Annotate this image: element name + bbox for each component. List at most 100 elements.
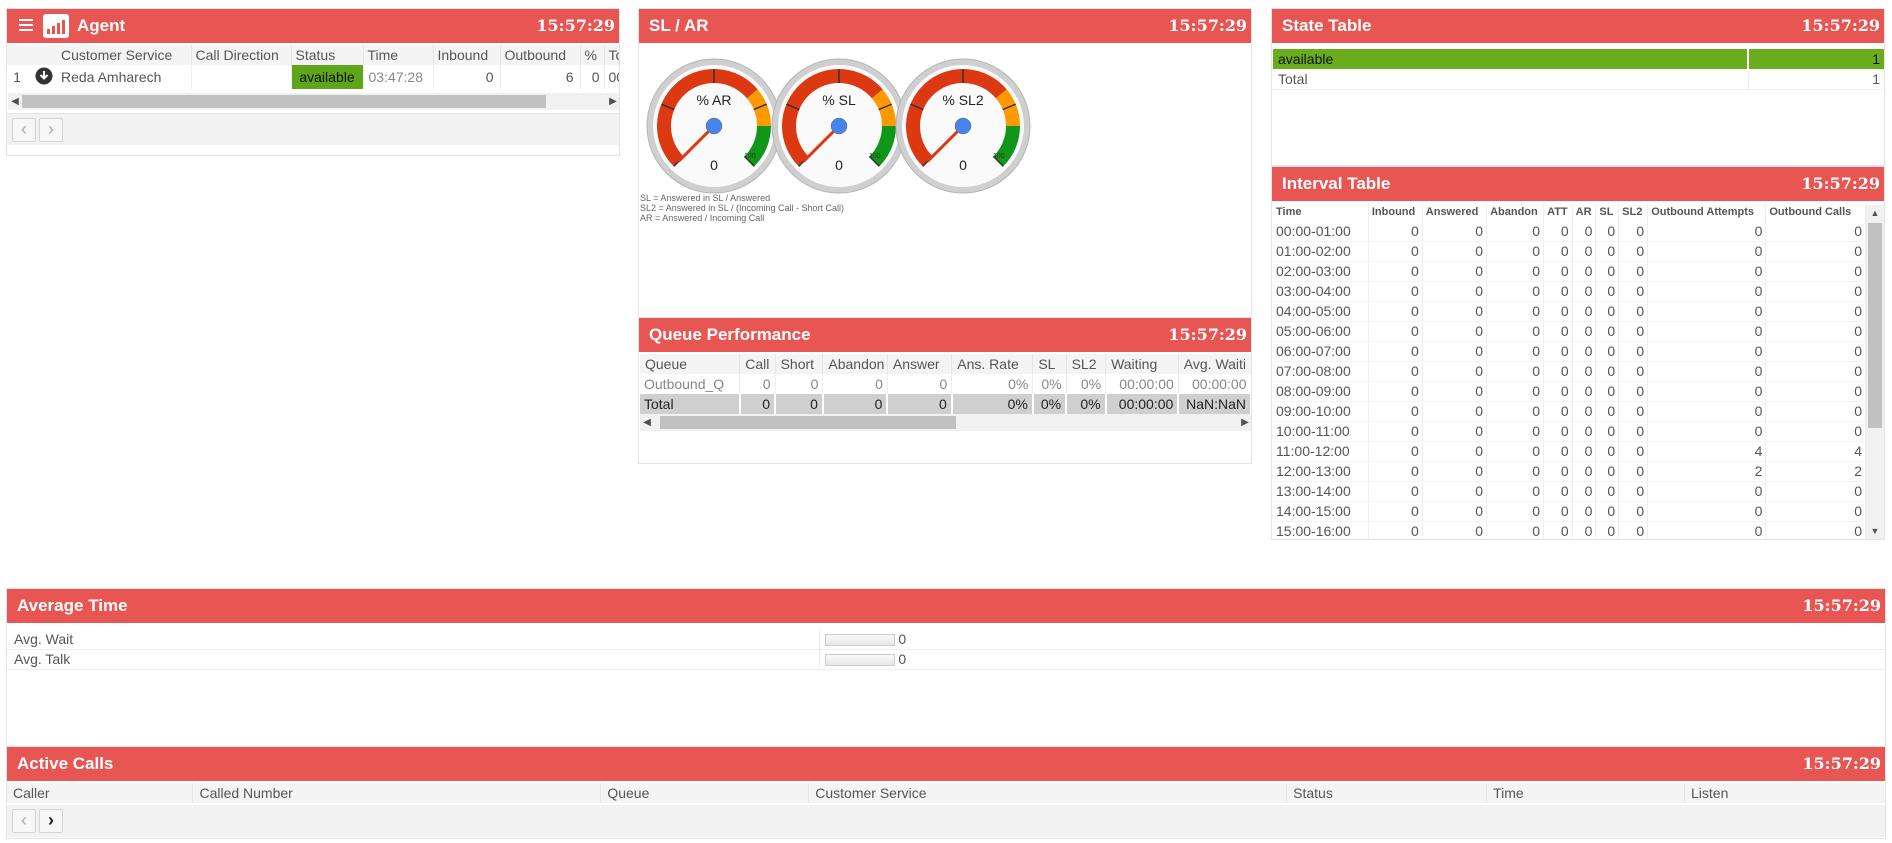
next-page-button[interactable]: › — [39, 809, 63, 833]
active-col-queue[interactable]: Queue — [600, 783, 810, 803]
col-percent[interactable]: % — [579, 45, 604, 65]
interval-cell: 0 — [1618, 301, 1649, 322]
table-row[interactable]: 03:00-04:00 0 0 0 0 0 0 0 0 0 — [1273, 281, 1866, 302]
interval-cell: 0 — [1543, 301, 1573, 322]
col-status[interactable]: Status — [290, 45, 363, 65]
gauge-max-label: 100 — [744, 153, 756, 160]
interval-col-8[interactable]: Outbound Attempts — [1647, 203, 1767, 221]
next-page-button[interactable]: › — [39, 118, 63, 142]
active-col-called-number[interactable]: Called Number — [192, 783, 602, 803]
prev-page-button[interactable]: ‹ — [12, 809, 36, 833]
table-row[interactable]: 04:00-05:00 0 0 0 0 0 0 0 0 0 — [1273, 301, 1866, 322]
table-row[interactable]: 14:00-15:00 0 0 0 0 0 0 0 0 0 — [1273, 501, 1866, 522]
table-row[interactable]: 11:00-12:00 0 0 0 0 0 0 0 4 4 — [1273, 441, 1866, 462]
col-outbound[interactable]: Outbound — [499, 45, 580, 65]
interval-col-9[interactable]: Outbound Calls — [1765, 203, 1866, 221]
queue-col-4[interactable]: Answer — [887, 354, 953, 374]
table-row[interactable]: 12:00-13:00 0 0 0 0 0 0 0 2 2 — [1273, 461, 1866, 482]
scroll-down-icon[interactable]: ▼ — [1866, 523, 1884, 539]
queue-col-7[interactable]: SL2 — [1066, 354, 1107, 374]
queue-col-9[interactable]: Avg. Waiti — [1178, 354, 1251, 374]
queue-col-8[interactable]: Waiting — [1105, 354, 1179, 374]
active-col-listen[interactable]: Listen — [1684, 783, 1885, 803]
panel-title: Active Calls — [17, 754, 114, 773]
queue-col-5[interactable]: Ans. Rate — [951, 354, 1034, 374]
active-col-time[interactable]: Time — [1486, 783, 1685, 803]
scroll-thumb[interactable] — [660, 416, 956, 429]
table-row[interactable]: 01:00-02:00 0 0 0 0 0 0 0 0 0 — [1273, 241, 1866, 262]
interval-col-1[interactable]: Inbound — [1368, 203, 1423, 221]
active-calls-table: Caller Called Number Queue Customer Service… — [7, 783, 1885, 803]
interval-col-4[interactable]: ATT — [1543, 203, 1573, 221]
interval-cell: 0 — [1422, 441, 1488, 462]
interval-cell: 0 — [1765, 421, 1866, 442]
table-row[interactable]: available 1 — [1273, 49, 1884, 69]
interval-col-2[interactable]: Answered — [1422, 203, 1488, 221]
active-col-caller[interactable]: Caller — [7, 783, 194, 803]
table-row[interactable]: 15:00-16:00 0 0 0 0 0 0 0 0 0 — [1273, 521, 1866, 539]
scroll-right-icon[interactable]: ▶ — [606, 93, 619, 110]
table-row[interactable]: 1 Reda Amharech available 03:47:28 0 6 0… — [7, 65, 619, 89]
interval-cell: 0 — [1618, 361, 1649, 382]
col-total[interactable]: To — [603, 45, 619, 65]
table-row: Total 1 — [1273, 69, 1884, 90]
agent-time: 03:47:28 — [362, 65, 433, 89]
table-row[interactable]: 00:00-01:00 0 0 0 0 0 0 0 0 0 — [1273, 221, 1866, 242]
active-col-status[interactable]: Status — [1286, 783, 1488, 803]
table-row[interactable]: 10:00-11:00 0 0 0 0 0 0 0 0 0 — [1273, 421, 1866, 442]
interval-cell: 0 — [1618, 421, 1649, 442]
queue-col-0[interactable]: Queue — [640, 354, 741, 374]
interval-col-3[interactable]: Abandon — [1486, 203, 1545, 221]
menu-icon[interactable] — [19, 19, 33, 32]
interval-vscrollbar[interactable]: ▲ ▼ — [1866, 205, 1884, 539]
queue-col-6[interactable]: SL — [1032, 354, 1067, 374]
interval-col-7[interactable]: SL2 — [1618, 203, 1649, 221]
interval-cell: 0 — [1368, 341, 1423, 362]
interval-col-5[interactable]: AR — [1572, 203, 1597, 221]
queue-total-cell: Total — [640, 394, 741, 414]
table-row[interactable]: 02:00-03:00 0 0 0 0 0 0 0 0 0 — [1273, 261, 1866, 282]
interval-cell: 0 — [1543, 421, 1573, 442]
scroll-up-icon[interactable]: ▲ — [1866, 205, 1884, 221]
scroll-thumb[interactable] — [22, 95, 546, 108]
queue-col-1[interactable]: Call — [739, 354, 776, 374]
col-call-direction[interactable]: Call Direction — [190, 45, 291, 65]
col-inbound[interactable]: Inbound — [432, 45, 500, 65]
interval-cell: 0 — [1422, 301, 1488, 322]
interval-cell: 14:00-15:00 — [1273, 501, 1369, 522]
interval-cell: 05:00-06:00 — [1273, 321, 1369, 342]
active-col-customer-service[interactable]: Customer Service — [808, 783, 1288, 803]
interval-cell: 0 — [1647, 421, 1767, 442]
interval-col-0[interactable]: Time — [1273, 203, 1369, 221]
interval-cell: 0 — [1618, 261, 1649, 282]
scroll-left-icon[interactable]: ◀ — [640, 414, 654, 431]
table-row[interactable]: 07:00-08:00 0 0 0 0 0 0 0 0 0 — [1273, 361, 1866, 382]
avg-wait-label: Avg. Wait — [7, 629, 820, 649]
download-icon[interactable] — [27, 65, 61, 89]
interval-cell: 0 — [1572, 461, 1597, 482]
interval-cell: 0 — [1543, 361, 1573, 382]
table-row[interactable]: 13:00-14:00 0 0 0 0 0 0 0 0 0 — [1273, 481, 1866, 502]
col-customer-service[interactable]: Customer Service — [61, 45, 191, 65]
table-row[interactable]: 09:00-10:00 0 0 0 0 0 0 0 0 0 — [1273, 401, 1866, 422]
scroll-left-icon[interactable]: ◀ — [8, 93, 22, 110]
queue-hscrollbar[interactable]: ◀ ▶ — [640, 414, 1251, 431]
interval-cell: 0 — [1572, 241, 1597, 262]
col-time[interactable]: Time — [362, 45, 433, 65]
agent-hscrollbar[interactable]: ◀ ▶ — [8, 93, 619, 110]
scroll-right-icon[interactable]: ▶ — [1238, 414, 1251, 431]
table-row[interactable]: Outbound_Q 0 0 0 0 0% 0% 0% 00:00:00 00:00:00 — [640, 374, 1251, 394]
queue-col-3[interactable]: Abandon — [822, 354, 888, 374]
interval-cell: 0 — [1572, 301, 1597, 322]
interval-col-6[interactable]: SL — [1595, 203, 1620, 221]
table-row[interactable]: 08:00-09:00 0 0 0 0 0 0 0 0 0 — [1273, 381, 1866, 402]
table-row[interactable]: 05:00-06:00 0 0 0 0 0 0 0 0 0 — [1273, 321, 1866, 342]
table-row[interactable]: 06:00-07:00 0 0 0 0 0 0 0 0 0 — [1273, 341, 1866, 362]
scroll-thumb[interactable] — [1868, 223, 1882, 428]
interval-cell: 11:00-12:00 — [1273, 441, 1369, 462]
agent-name: Reda Amharech — [61, 69, 162, 85]
queue-cell: 0% — [951, 374, 1034, 394]
col-action — [27, 45, 61, 65]
prev-page-button[interactable]: ‹ — [12, 118, 36, 142]
queue-col-2[interactable]: Short — [775, 354, 824, 374]
